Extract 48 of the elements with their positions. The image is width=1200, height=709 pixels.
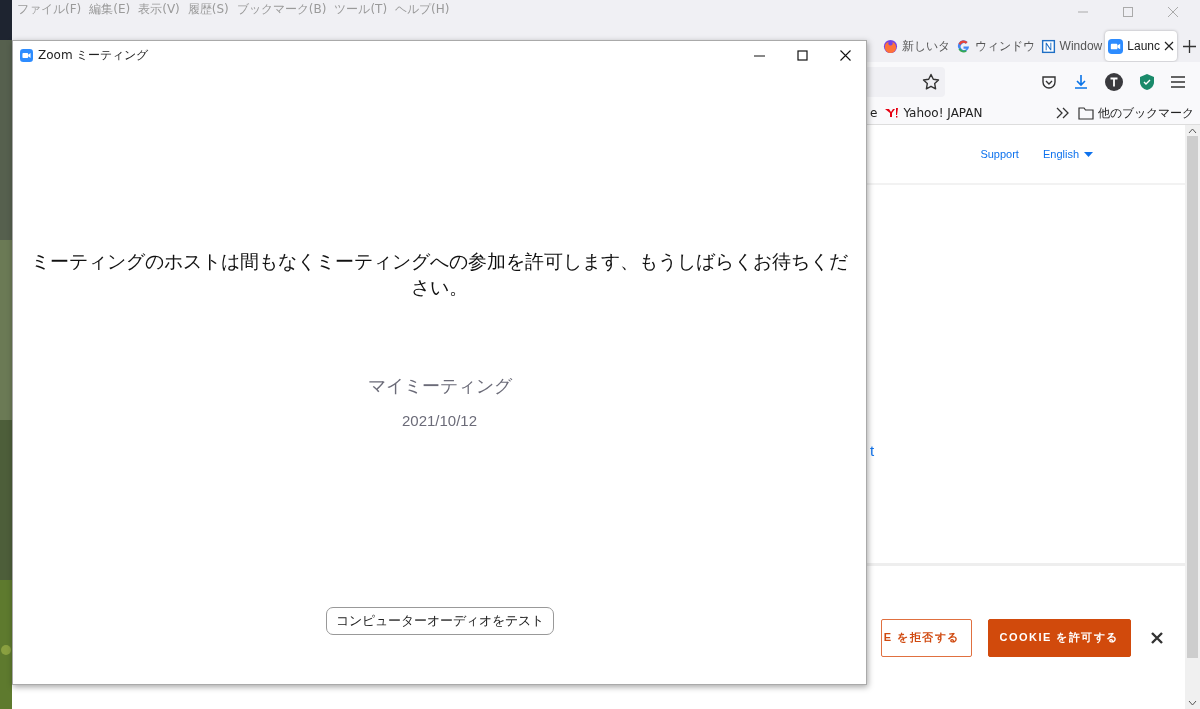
star-icon[interactable]: [922, 73, 940, 91]
cookie-button[interactable]: COOKIE を許可する: [987, 618, 1131, 657]
menu-item[interactable]: ヘルプ(H): [395, 2, 450, 16]
link[interactable]: t: [870, 443, 875, 459]
browser-tab[interactable]: ウィンドウ: [952, 31, 1038, 61]
meeting-name: マイミーティング: [367, 375, 512, 398]
pocket-icon[interactable]: [1041, 74, 1057, 90]
scroll-down-icon[interactable]: [1188, 700, 1197, 706]
download-icon[interactable]: [1073, 74, 1089, 90]
menu-item[interactable]: 履歴(S): [187, 2, 229, 16]
menu-item[interactable]: 表示(V): [138, 2, 180, 16]
menu-item[interactable]: ツール(T): [334, 2, 388, 16]
chevron-icon[interactable]: [1056, 107, 1070, 119]
menu-item[interactable]: 編集(E): [89, 2, 131, 16]
new-tab-icon[interactable]: [1183, 39, 1196, 53]
caret-icon: [1084, 151, 1093, 157]
meeting-date: 2021/10/12: [401, 412, 478, 429]
menu-icon[interactable]: [1171, 76, 1185, 88]
close-icon[interactable]: [840, 49, 851, 61]
scrollbar[interactable]: [1185, 125, 1200, 709]
test-audio-button[interactable]: コンピューターオーディオをテスト: [325, 607, 554, 635]
g-logo-icon: [955, 38, 971, 54]
language-dropdown[interactable]: English: [1042, 148, 1093, 160]
bookmark-item[interactable]: Yahoo! JAPAN: [885, 106, 983, 120]
waiting-message: ミーティングのホストは間もなくミーティングへの参加を許可します、もうしばらくお待ちください。: [30, 250, 849, 300]
y-logo-icon: [885, 108, 900, 118]
browser-tab[interactable]: Window: [1037, 31, 1106, 61]
camera-icon: [1108, 38, 1124, 54]
close-icon[interactable]: [1164, 41, 1174, 51]
avatar-icon[interactable]: [1105, 73, 1123, 91]
menu-item[interactable]: ブックマーク(B): [236, 2, 327, 16]
folder-icon: [1078, 106, 1094, 120]
n-logo-icon: [1040, 38, 1056, 54]
other-bookmarks[interactable]: 他のブックマーク: [1078, 104, 1194, 122]
maximize-icon[interactable]: [797, 49, 808, 61]
browser-tab[interactable]: 新しいタ: [879, 31, 953, 61]
menu-item[interactable]: ファイル(F): [17, 2, 82, 16]
close-icon[interactable]: [1151, 631, 1163, 644]
bookmark-item[interactable]: e: [870, 106, 878, 120]
support-link[interactable]: Support: [980, 148, 1019, 160]
fox-icon: [882, 38, 898, 54]
window-title: Zoom ミーティング: [38, 46, 149, 64]
scroll-up-icon[interactable]: [1188, 128, 1197, 134]
address-field[interactable]: [865, 67, 945, 97]
cookie-button[interactable]: E を拒否する: [880, 618, 972, 657]
shield-icon[interactable]: [1139, 73, 1155, 91]
browser-tab[interactable]: Launc: [1105, 31, 1177, 61]
camera-icon: [20, 48, 33, 62]
